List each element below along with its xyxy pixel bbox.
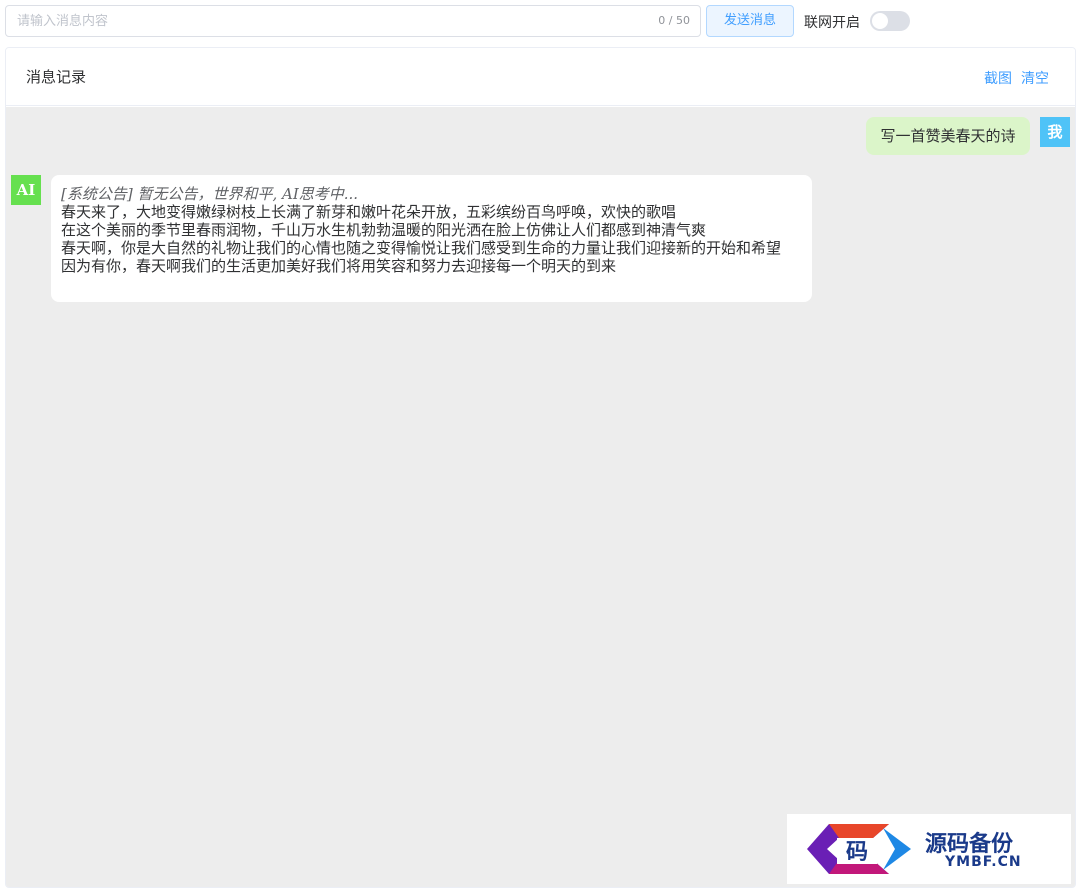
system-notice: [系统公告] 暂无公告，世界和平, AI思考中... <box>61 185 359 203</box>
watermark-logo-icon: 码 <box>807 824 911 874</box>
user-message-bubble: 写一首赞美春天的诗 <box>866 117 1030 155</box>
ai-message-line: 在这个美丽的季节里春雨润物，千山万水生机勃勃温暖的阳光洒在脸上仿佛让人们都感到神… <box>61 221 707 239</box>
watermark-subtitle: YMBF.CN <box>945 854 1022 870</box>
message-input[interactable] <box>6 6 646 36</box>
send-message-button[interactable]: 发送消息 <box>706 5 794 37</box>
panel-header: 消息记录 截图 清空 <box>6 48 1075 106</box>
message-history-panel: 消息记录 截图 清空 写一首赞美春天的诗 我 AI [系统公告] 暂无公告，世界… <box>5 47 1076 888</box>
ai-message-line: 因为有你，春天啊我们的生活更加美好我们将用笑容和努力去迎接每一个明天的到来 <box>61 257 617 275</box>
top-toolbar: 0 / 50 发送消息 联网开启 <box>0 0 1081 44</box>
screenshot-link[interactable]: 截图 <box>984 68 1012 88</box>
ai-avatar: AI <box>11 175 41 205</box>
network-toggle-label: 联网开启 <box>804 15 860 31</box>
watermark-logo-char: 码 <box>846 840 868 865</box>
network-toggle-switch[interactable] <box>870 11 910 31</box>
ai-message-line: 春天来了，大地变得嫩绿树枝上长满了新芽和嫩叶花朵开放，五彩缤纷百鸟呼唤，欢快的歌… <box>61 203 677 221</box>
switch-knob <box>872 13 888 29</box>
ai-message-line: 春天啊，你是大自然的礼物让我们的心情也随之变得愉悦让我们感受到生命的力量让我们迎… <box>61 239 782 257</box>
message-input-wrapper: 0 / 50 <box>5 5 701 37</box>
watermark: 码 源码备份 YMBF.CN <box>787 814 1071 884</box>
user-avatar: 我 <box>1040 117 1070 147</box>
panel-title: 消息记录 <box>26 68 87 86</box>
chat-area[interactable]: 写一首赞美春天的诗 我 AI [系统公告] 暂无公告，世界和平, AI思考中..… <box>6 107 1075 887</box>
clear-link[interactable]: 清空 <box>1021 68 1049 88</box>
ai-message-bubble: [系统公告] 暂无公告，世界和平, AI思考中... 春天来了，大地变得嫩绿树枝… <box>51 175 812 302</box>
char-counter: 0 / 50 <box>658 14 690 27</box>
